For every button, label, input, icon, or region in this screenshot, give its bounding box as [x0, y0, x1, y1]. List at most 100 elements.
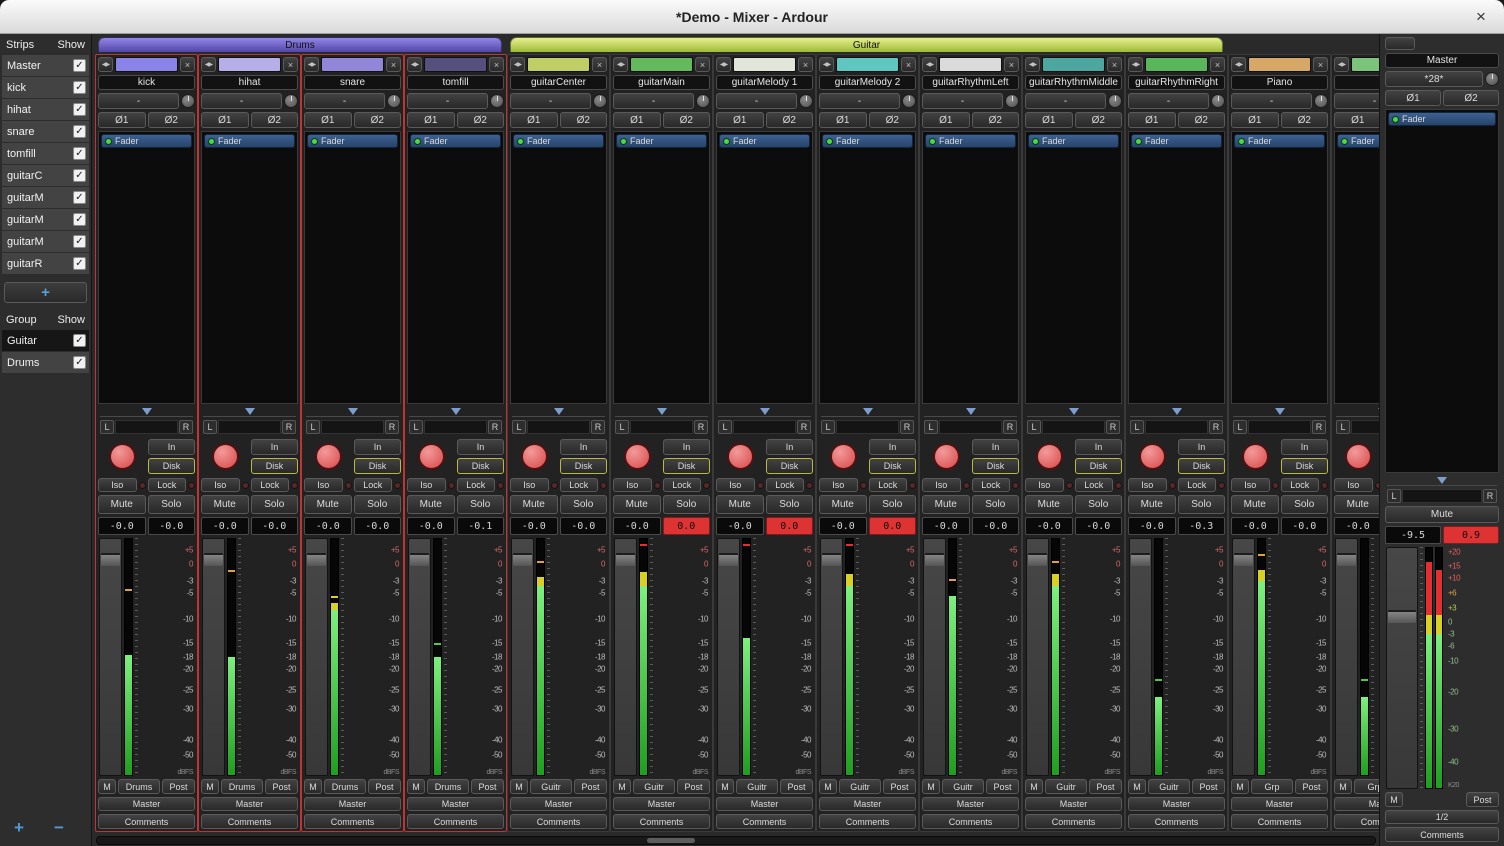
strip-color-swatch[interactable] — [321, 57, 384, 72]
channel-fader[interactable] — [1129, 538, 1152, 776]
record-arm-button[interactable] — [624, 443, 651, 470]
channel-fader[interactable] — [99, 538, 122, 776]
pan-control[interactable] — [306, 407, 399, 417]
master-comments-button[interactable]: Comments — [1385, 827, 1499, 842]
solo-button[interactable]: Solo — [354, 495, 402, 514]
processor-box[interactable]: Fader — [98, 131, 195, 404]
phase-invert-1-button[interactable]: Ø1 — [819, 112, 867, 128]
strip-width-toggle-button[interactable]: ◀▶ — [1128, 57, 1143, 72]
strip-hide-button[interactable]: × — [283, 57, 298, 72]
input-button[interactable]: - — [1128, 93, 1209, 109]
mute-button[interactable]: Mute — [1025, 495, 1073, 514]
metering-button[interactable]: M — [1128, 779, 1146, 794]
pan-control[interactable] — [821, 407, 914, 417]
processor-box[interactable]: Fader — [1334, 131, 1379, 404]
meter-point-button[interactable]: Post — [986, 779, 1019, 794]
gain-display[interactable]: -0.0 — [304, 517, 352, 535]
monitor-input-button[interactable]: In — [1178, 439, 1225, 455]
comments-button[interactable]: Comments — [613, 814, 710, 829]
sidebar-row-checkbox[interactable]: ✓ — [73, 213, 86, 226]
monitor-input-button[interactable]: In — [457, 439, 504, 455]
pan-control[interactable] — [100, 407, 193, 417]
sidebar-row-checkbox[interactable]: ✓ — [73, 169, 86, 182]
channel-fader[interactable] — [511, 538, 534, 776]
group-button[interactable]: Grp — [1251, 779, 1293, 794]
record-arm-button[interactable] — [521, 443, 548, 470]
add-strip-button[interactable]: + — [4, 282, 87, 303]
fader-handle[interactable] — [1337, 553, 1356, 566]
channel-fader[interactable] — [202, 538, 225, 776]
group-button[interactable]: Drums — [427, 779, 469, 794]
pan-position-marker[interactable] — [657, 408, 667, 415]
solo-button[interactable]: Solo — [1281, 495, 1329, 514]
metering-button[interactable]: M — [613, 779, 631, 794]
trim-knob[interactable] — [387, 94, 401, 108]
comments-button[interactable]: Comments — [201, 814, 298, 829]
metering-button[interactable]: M — [201, 779, 219, 794]
strip-hide-button[interactable]: × — [592, 57, 607, 72]
pan-control[interactable] — [1336, 407, 1379, 417]
sidebar-strip-row-tomfill[interactable]: tomfill ✓ — [2, 143, 89, 164]
monitor-disk-button[interactable]: Disk — [1178, 458, 1225, 474]
strip-width-toggle-button[interactable]: ◀▶ — [1334, 57, 1349, 72]
output-button[interactable]: Master — [1128, 797, 1225, 811]
phase-invert-1-button[interactable]: Ø1 — [510, 112, 558, 128]
peak-display[interactable]: 0.0 — [869, 517, 917, 535]
metering-button[interactable]: M — [819, 779, 837, 794]
monitor-disk-button[interactable]: Disk — [354, 458, 401, 474]
comments-button[interactable]: Comments — [1334, 814, 1379, 829]
pan-position-marker[interactable] — [142, 408, 152, 415]
group-button[interactable]: Guitr — [942, 779, 984, 794]
solo-isolate-button[interactable]: Iso — [98, 478, 137, 492]
strip-width-toggle-button[interactable]: ◀▶ — [1231, 57, 1246, 72]
phase-invert-2-button[interactable]: Ø2 — [663, 112, 711, 128]
sidebar-strip-row-guitarr[interactable]: guitarR ✓ — [2, 253, 89, 274]
monitor-disk-button[interactable]: Disk — [457, 458, 504, 474]
peak-display[interactable]: -0.1 — [457, 517, 505, 535]
peak-display[interactable]: -0.0 — [560, 517, 608, 535]
strip-hide-button[interactable]: × — [798, 57, 813, 72]
phase-invert-1-button[interactable]: Ø1 — [922, 112, 970, 128]
monitor-input-button[interactable]: In — [1281, 439, 1328, 455]
pan-position-marker[interactable] — [554, 408, 564, 415]
sidebar-row-checkbox[interactable]: ✓ — [73, 356, 86, 369]
phase-invert-2-button[interactable]: Ø2 — [869, 112, 917, 128]
processor-box[interactable]: Fader — [407, 131, 504, 404]
metering-button[interactable]: M — [1334, 779, 1352, 794]
meter-point-button[interactable]: Post — [574, 779, 607, 794]
peak-display[interactable]: -0.0 — [1075, 517, 1123, 535]
output-button[interactable]: Master — [819, 797, 916, 811]
peak-display[interactable]: -0.0 — [972, 517, 1020, 535]
fader-processor-button[interactable]: Fader — [101, 134, 192, 148]
sidebar-row-checkbox[interactable]: ✓ — [73, 334, 86, 347]
processor-box[interactable]: Fader — [510, 131, 607, 404]
phase-invert-2-button[interactable]: Ø2 — [972, 112, 1020, 128]
processor-box[interactable]: Fader — [613, 131, 710, 404]
strip-color-swatch[interactable] — [939, 57, 1002, 72]
master-name-button[interactable]: Master — [1385, 53, 1499, 68]
solo-isolate-button[interactable]: Iso — [510, 478, 549, 492]
master-mini-button[interactable] — [1385, 37, 1415, 50]
strip-hide-button[interactable]: × — [901, 57, 916, 72]
strip-color-swatch[interactable] — [1145, 57, 1208, 72]
monitor-disk-button[interactable]: Disk — [972, 458, 1019, 474]
fader-handle[interactable] — [410, 553, 429, 566]
gain-display[interactable]: -0.0 — [201, 517, 249, 535]
pan-width-control[interactable] — [733, 420, 796, 434]
pan-position-marker[interactable] — [1275, 408, 1285, 415]
mute-button[interactable]: Mute — [716, 495, 764, 514]
comments-button[interactable]: Comments — [407, 814, 504, 829]
strip-color-swatch[interactable] — [424, 57, 487, 72]
channel-fader[interactable] — [614, 538, 637, 776]
master-phase-invert-1-button[interactable]: Ø1 — [1385, 90, 1441, 106]
pan-width-control[interactable] — [424, 420, 487, 434]
fader-handle[interactable] — [307, 553, 326, 566]
strip-width-toggle-button[interactable]: ◀▶ — [98, 57, 113, 72]
sidebar-strip-row-hihat[interactable]: hihat ✓ — [2, 99, 89, 120]
gain-display[interactable]: -0.0 — [510, 517, 558, 535]
phase-invert-2-button[interactable]: Ø2 — [560, 112, 608, 128]
strip-name-button[interactable]: tomfill — [407, 75, 504, 90]
strip-width-toggle-button[interactable]: ◀▶ — [407, 57, 422, 72]
output-button[interactable]: Master — [716, 797, 813, 811]
strip-name-button[interactable]: guitarRhythmLeft — [922, 75, 1019, 90]
